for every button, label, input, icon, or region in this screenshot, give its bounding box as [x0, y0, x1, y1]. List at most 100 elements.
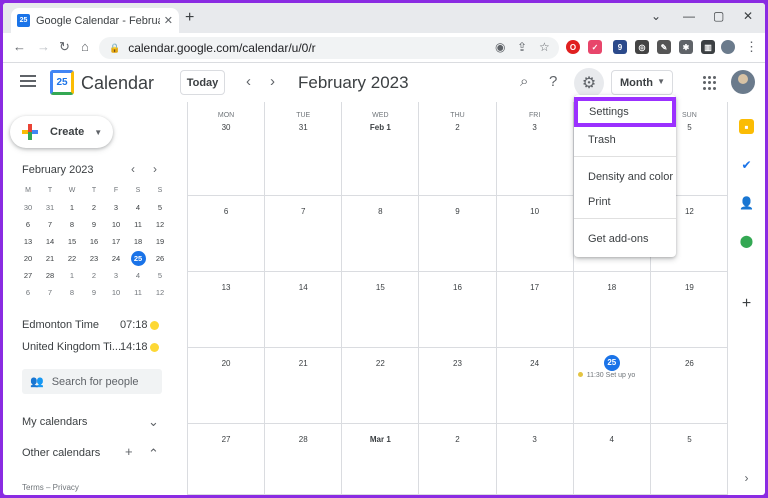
day-number[interactable]: 26 — [651, 359, 728, 368]
mini-prev-month-icon[interactable]: ‹ — [131, 162, 135, 176]
profile-avatar-icon[interactable] — [721, 40, 735, 54]
day-number[interactable]: 6 — [188, 207, 264, 216]
eye-icon[interactable]: ◉ — [495, 40, 505, 54]
day-cell[interactable]: 4 — [573, 424, 651, 495]
google-apps-icon[interactable] — [703, 76, 717, 90]
mini-day[interactable]: 15 — [61, 237, 83, 246]
mini-day[interactable]: 6 — [17, 220, 39, 229]
spy-extension-icon[interactable]: ◎ — [635, 40, 649, 54]
mini-day[interactable]: 9 — [83, 288, 105, 297]
day-number[interactable]: 18 — [574, 283, 650, 292]
mini-day[interactable]: 21 — [39, 254, 61, 263]
day-number[interactable]: 15 — [342, 283, 418, 292]
settings-gear-button[interactable]: ⚙ — [574, 68, 604, 98]
day-number[interactable]: 17 — [497, 283, 573, 292]
day-cell[interactable]: 8 — [342, 196, 420, 272]
mini-day[interactable]: 12 — [149, 288, 171, 297]
edit-extension-icon[interactable]: ✎ — [657, 40, 671, 54]
day-number[interactable]: 31 — [265, 123, 341, 132]
sidepanel-icon[interactable]: ▥ — [701, 40, 715, 54]
mini-day[interactable]: 23 — [83, 254, 105, 263]
mini-day[interactable]: 10 — [105, 288, 127, 297]
my-calendars-header[interactable]: My calendars — [22, 416, 87, 428]
help-icon[interactable]: ? — [549, 73, 557, 90]
mini-day[interactable]: 11 — [127, 288, 149, 297]
day-cell[interactable]: 5 — [650, 424, 728, 495]
home-icon[interactable]: ⌂ — [81, 40, 89, 54]
add-calendar-icon[interactable]: + — [125, 444, 133, 459]
menu-item-trash[interactable]: Trash — [574, 129, 676, 151]
day-number[interactable]: 19 — [651, 283, 728, 292]
day-number[interactable]: 5 — [651, 435, 728, 444]
day-cell[interactable]: 2 — [419, 424, 497, 495]
day-number[interactable]: 3 — [497, 123, 573, 132]
mini-day[interactable]: 4 — [127, 203, 149, 212]
mini-day-selected[interactable]: 25 — [130, 251, 146, 266]
day-number[interactable]: 21 — [265, 359, 341, 368]
menu-item-settings[interactable]: Settings — [574, 97, 676, 127]
day-cell[interactable]: 20 — [188, 348, 266, 424]
day-cell[interactable]: 24 — [496, 348, 574, 424]
mini-day[interactable]: 19 — [149, 237, 171, 246]
mini-day[interactable]: 9 — [83, 220, 105, 229]
maps-icon[interactable]: ⬤ — [739, 233, 754, 248]
day-number[interactable]: 24 — [497, 359, 573, 368]
day-cell[interactable]: 18 — [573, 272, 651, 348]
day-number[interactable]: 9 — [419, 207, 495, 216]
day-number[interactable]: 2 — [419, 123, 495, 132]
menu-item-get-addons[interactable]: Get add-ons — [574, 228, 676, 250]
day-number[interactable]: 27 — [188, 435, 264, 444]
mini-day[interactable]: 1 — [61, 203, 83, 212]
mini-day[interactable]: 20 — [17, 254, 39, 263]
day-number[interactable]: 16 — [419, 283, 495, 292]
day-number[interactable]: 7 — [265, 207, 341, 216]
day-cell[interactable]: 13 — [188, 272, 266, 348]
mini-day[interactable]: 3 — [105, 203, 127, 212]
mini-day[interactable]: 11 — [127, 220, 149, 229]
day-cell[interactable]: FRI 3 — [496, 102, 574, 196]
browser-menu-icon[interactable]: ⋮ — [745, 40, 758, 54]
chevron-up-icon[interactable]: ⌃ — [148, 446, 159, 462]
mini-day[interactable]: 3 — [105, 271, 127, 280]
share-icon[interactable]: ⇪ — [517, 40, 527, 54]
account-avatar[interactable] — [731, 70, 755, 94]
search-people-input[interactable]: 👥 Search for people — [22, 369, 162, 394]
mini-day[interactable]: 8 — [61, 288, 83, 297]
day-cell[interactable]: WED Feb 1 — [342, 102, 420, 196]
previous-period-icon[interactable]: ‹ — [246, 73, 251, 90]
day-cell[interactable]: 25 11:30 Set up yo — [573, 348, 651, 424]
today-date[interactable]: 25 — [603, 355, 620, 371]
mini-day[interactable]: 6 — [17, 288, 39, 297]
search-icon[interactable]: ⌕ — [520, 73, 528, 90]
reload-icon[interactable]: ↻ — [59, 40, 70, 54]
mini-day[interactable]: 31 — [39, 203, 61, 212]
mini-day[interactable]: 5 — [149, 271, 171, 280]
day-number[interactable]: 22 — [342, 359, 418, 368]
day-cell[interactable]: 6 — [188, 196, 266, 272]
minimize-icon[interactable]: — — [683, 9, 695, 23]
day-cell[interactable]: 10 — [496, 196, 574, 272]
hide-panel-icon[interactable]: › — [739, 470, 754, 485]
mini-day[interactable]: 14 — [39, 237, 61, 246]
today-button[interactable]: Today — [180, 70, 225, 95]
mini-day[interactable]: 5 — [149, 203, 171, 212]
day-number[interactable]: 10 — [497, 207, 573, 216]
create-button[interactable]: Create ▼ — [10, 116, 113, 148]
day-cell[interactable]: 3 — [496, 424, 574, 495]
day-cell[interactable]: Mar 1 — [342, 424, 420, 495]
day-number[interactable]: 30 — [188, 123, 264, 132]
terms-privacy-link[interactable]: Terms – Privacy — [22, 483, 79, 492]
day-cell[interactable]: 9 — [419, 196, 497, 272]
close-tab-icon[interactable]: ✕ — [164, 14, 173, 27]
get-addons-icon[interactable]: + — [739, 295, 754, 312]
mini-day[interactable]: 17 — [105, 237, 127, 246]
mini-day[interactable]: 12 — [149, 220, 171, 229]
day-number[interactable]: 2 — [419, 435, 495, 444]
tasks-icon[interactable]: ✔ — [739, 157, 754, 172]
day-cell[interactable]: TUE 31 — [265, 102, 343, 196]
day-cell[interactable]: 16 — [419, 272, 497, 348]
mini-day[interactable]: 27 — [17, 271, 39, 280]
day-number[interactable]: 3 — [497, 435, 573, 444]
day-cell[interactable]: 27 — [188, 424, 266, 495]
day-number[interactable]: Mar 1 — [342, 435, 418, 444]
